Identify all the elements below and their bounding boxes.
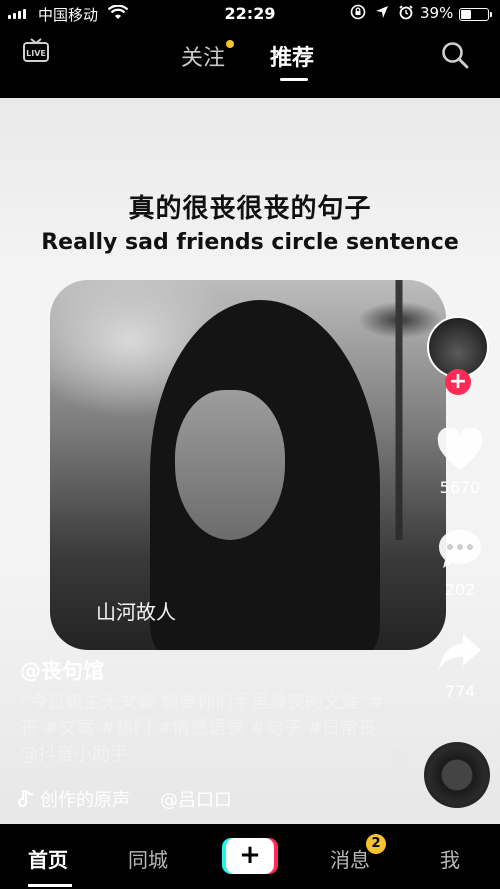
- post-description: “今日馆主无文案 想要你们手里最丧的文案”#丧 #文案 #热门 #情感语录 #句…: [20, 692, 384, 765]
- face-silhouette: [175, 390, 285, 540]
- battery-percent: 39%: [420, 4, 454, 22]
- heart-icon[interactable]: [435, 428, 485, 474]
- create-video-button[interactable]: +: [222, 838, 278, 874]
- battery-icon: [459, 8, 492, 21]
- nav-messages[interactable]: 消息: [330, 844, 370, 873]
- bottom-nav: 首页 同城 + 消息 2 我: [0, 824, 500, 889]
- video-photo: [50, 280, 446, 650]
- music-row[interactable]: 创作的原声 @吕口口: [18, 786, 232, 812]
- music-disc-icon[interactable]: [424, 742, 490, 808]
- tab-follow[interactable]: 关注: [181, 40, 235, 72]
- floating-music-note-icon: ♫: [388, 745, 406, 769]
- music-note-icon: [18, 790, 34, 808]
- new-content-dot: [226, 40, 235, 48]
- photo-caption: 山河故人: [96, 600, 176, 624]
- messages-badge: 2: [366, 834, 386, 854]
- nav-home[interactable]: 首页: [28, 844, 68, 873]
- search-icon[interactable]: [440, 40, 470, 70]
- video-title: 真的很丧很丧的句子: [128, 194, 372, 224]
- active-tab-indicator: [280, 78, 308, 81]
- create-plus-label: +: [226, 838, 274, 874]
- tab-recommend[interactable]: 推荐: [270, 40, 314, 72]
- lock-rotation-icon: [350, 4, 366, 20]
- alarm-icon: [399, 5, 413, 20]
- like-count: 5670: [439, 478, 481, 497]
- comment-icon[interactable]: [435, 526, 485, 572]
- share-count: 774: [444, 682, 476, 701]
- music-title: 创作的原声: [40, 790, 130, 811]
- music-author: @吕口口: [160, 790, 232, 811]
- floating-music-note-icon: ♪: [407, 787, 419, 808]
- video-subtitle: Really sad friends circle sentence: [41, 230, 459, 255]
- status-bar: 中国移动 22:29 39%: [0, 0, 500, 28]
- top-tabs: 关注 推荐: [0, 40, 500, 80]
- tab-recommend-label: 推荐: [270, 46, 315, 71]
- nav-city[interactable]: 同城: [128, 844, 168, 873]
- nav-me[interactable]: 我: [440, 844, 460, 873]
- post-username[interactable]: @丧句馆: [20, 655, 104, 685]
- share-icon[interactable]: [435, 630, 485, 676]
- location-icon: [376, 6, 388, 18]
- follow-plus-button[interactable]: +: [445, 369, 471, 395]
- comment-count: 202: [444, 580, 476, 599]
- tab-follow-label: 关注: [181, 46, 226, 71]
- nav-home-indicator: [28, 884, 72, 887]
